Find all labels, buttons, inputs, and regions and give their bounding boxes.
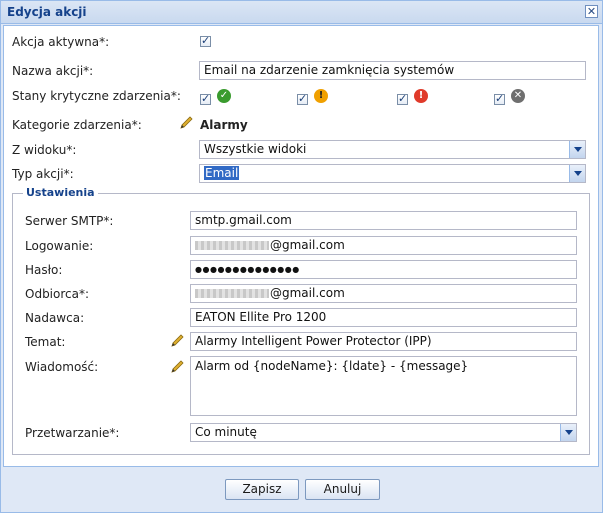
type-select-value: Email (204, 166, 240, 180)
message-textarea[interactable]: Alarm od {nodeName}: {ldate} - {message} (190, 356, 577, 416)
message-label: Wiadomość: (25, 360, 99, 374)
dialog-title: Edycja akcji (7, 5, 87, 19)
recipient-suffix: @gmail.com (270, 286, 345, 300)
chevron-down-icon[interactable] (560, 424, 576, 441)
recipient-label: Odbiorca*: (25, 287, 90, 301)
type-select[interactable]: Email (199, 164, 586, 183)
password-label: Hasło: (25, 263, 63, 277)
login-suffix: @gmail.com (270, 238, 345, 252)
close-icon[interactable]: ✕ (585, 5, 598, 18)
ok-icon: ✓ (217, 89, 231, 103)
name-label: Nazwa akcji*: (12, 64, 94, 78)
chevron-down-icon[interactable] (569, 141, 585, 158)
redacted-text (195, 289, 269, 298)
pencil-icon[interactable] (169, 359, 185, 375)
dialog-body: Akcja aktywna*: Nazwa akcji*: Email na z… (3, 25, 599, 467)
sender-label: Nadawca: (25, 311, 85, 325)
states-label: Stany krytyczne zdarzenia*: (12, 89, 181, 103)
settings-legend: Ustawienia (23, 186, 98, 199)
processing-label: Przetwarzanie*: (25, 426, 120, 440)
processing-select[interactable]: Co minutę (190, 423, 577, 442)
subject-label: Temat: (25, 335, 66, 349)
login-label: Logowanie: (25, 239, 94, 253)
unknown-icon: ✕ (511, 89, 525, 103)
pencil-icon[interactable] (169, 333, 185, 349)
category-label: Kategorie zdarzenia*: (12, 118, 142, 132)
sender-input[interactable]: EATON Ellite Pro 1200 (190, 308, 577, 327)
login-input[interactable]: @gmail.com (190, 236, 577, 255)
type-label: Typ akcji*: (12, 167, 74, 181)
redacted-text (195, 241, 269, 250)
state-warning-checkbox[interactable] (297, 92, 308, 105)
view-select-value: Wszystkie widoki (204, 142, 307, 156)
cancel-button[interactable]: Anuluj (305, 479, 380, 500)
processing-select-value: Co minutę (195, 425, 257, 439)
recipient-input[interactable]: @gmail.com (190, 284, 577, 303)
state-ok-checkbox[interactable] (200, 92, 211, 105)
dialog-titlebar[interactable]: Edycja akcji ✕ (1, 1, 602, 24)
chevron-down-icon[interactable] (569, 165, 585, 182)
settings-fieldset: Ustawienia Serwer SMTP*: smtp.gmail.com … (12, 186, 590, 455)
active-checkbox[interactable] (200, 34, 211, 47)
category-value: Alarmy (200, 118, 248, 132)
warning-icon: ! (314, 89, 328, 103)
view-select[interactable]: Wszystkie widoki (199, 140, 586, 159)
pencil-icon[interactable] (178, 115, 194, 131)
name-input[interactable]: Email na zdarzenie zamknięcia systemów (199, 61, 586, 80)
smtp-input[interactable]: smtp.gmail.com (190, 211, 577, 230)
smtp-label: Serwer SMTP*: (25, 214, 114, 228)
state-critical-checkbox[interactable] (397, 92, 408, 105)
password-input[interactable]: ●●●●●●●●●●●●●● (190, 260, 577, 279)
save-button[interactable]: Zapisz (225, 479, 299, 500)
subject-input[interactable]: Alarmy Intelligent Power Protector (IPP) (190, 332, 577, 351)
dialog-footer: Zapisz Anuluj (1, 467, 602, 512)
view-label: Z widoku*: (12, 143, 77, 157)
edit-action-dialog: Edycja akcji ✕ Akcja aktywna*: Nazwa akc… (0, 0, 603, 513)
critical-icon: ! (414, 89, 428, 103)
active-label: Akcja aktywna*: (12, 35, 110, 49)
state-unknown-checkbox[interactable] (494, 92, 505, 105)
